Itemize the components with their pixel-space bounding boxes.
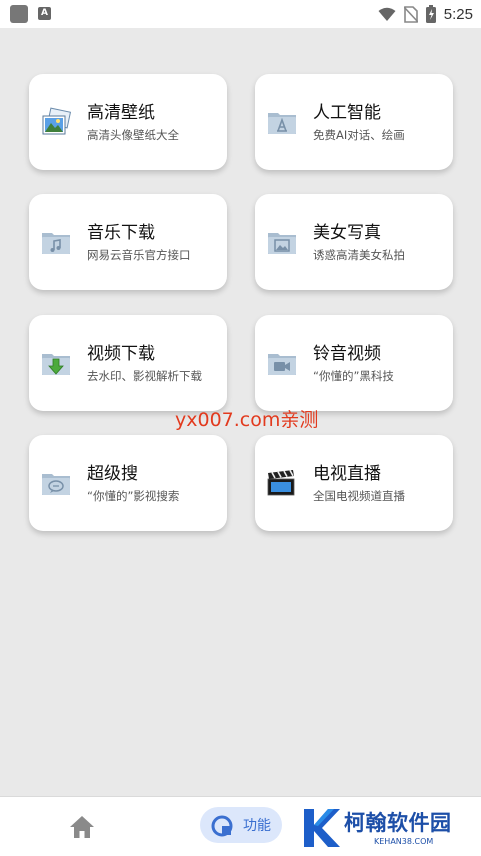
- status-time: 5:25: [443, 5, 473, 23]
- card-ringtone-video[interactable]: 铃音视频 “你懂的”黑科技: [255, 315, 453, 411]
- wifi-icon: [378, 7, 396, 21]
- brand-logo: 柯翰软件园 KEHAN38.COM: [300, 805, 476, 851]
- card-title: 人工智能: [313, 103, 381, 123]
- card-subtitle: 网易云音乐官方接口: [87, 248, 191, 262]
- battery-icon: [425, 5, 436, 23]
- card-title: 视频下载: [87, 344, 155, 364]
- app-icon: [10, 5, 28, 23]
- card-subtitle: “你懂的”影视搜索: [87, 489, 180, 503]
- picture-folder-icon: [268, 233, 296, 254]
- card-subtitle: 去水印、影视解析下载: [87, 369, 202, 383]
- card-tv-live[interactable]: 电视直播 全国电视频道直播: [255, 435, 453, 531]
- card-subtitle: 免费AI对话、绘画: [313, 128, 405, 142]
- bottom-nav: 功能 柯翰软件园 KEHAN38.COM: [0, 796, 481, 856]
- clapperboard-icon: [267, 470, 295, 496]
- download-folder-icon: [42, 354, 70, 375]
- card-photos[interactable]: 美女写真 诱惑高清美女私拍: [255, 194, 453, 290]
- function-label: 功能: [243, 818, 271, 834]
- card-title: 高清壁纸: [87, 103, 155, 123]
- card-music[interactable]: 音乐下载 网易云音乐官方接口: [29, 194, 227, 290]
- card-subtitle: 高清头像壁纸大全: [87, 128, 179, 142]
- notification-a-icon: A: [38, 7, 51, 20]
- chat-folder-icon: [42, 474, 70, 495]
- function-tab[interactable]: 功能: [200, 807, 282, 843]
- card-video-download[interactable]: 视频下载 去水印、影视解析下载: [29, 315, 227, 411]
- card-subtitle: 全国电视频道直播: [313, 489, 405, 503]
- card-ai[interactable]: 人工智能 免费AI对话、绘画: [255, 74, 453, 170]
- card-title: 电视直播: [313, 464, 381, 484]
- video-folder-icon: [268, 354, 296, 375]
- card-title: 音乐下载: [87, 223, 155, 243]
- card-wallpaper[interactable]: 高清壁纸 高清头像壁纸大全: [29, 74, 227, 170]
- wallpaper-icon: [42, 107, 72, 135]
- brand-k-icon: [304, 809, 340, 847]
- music-folder-icon: [42, 233, 70, 254]
- no-sim-icon: [403, 5, 418, 23]
- card-title: 铃音视频: [313, 344, 381, 364]
- app-folder-icon: [268, 113, 296, 134]
- card-subtitle: “你懂的”黑科技: [313, 369, 394, 383]
- brand-name: 柯翰软件园: [344, 811, 452, 835]
- brand-url: KEHAN38.COM: [374, 837, 434, 846]
- card-super-search[interactable]: 超级搜 “你懂的”影视搜索: [29, 435, 227, 531]
- card-subtitle: 诱惑高清美女私拍: [313, 248, 405, 262]
- card-title: 超级搜: [87, 464, 138, 484]
- watermark-text: yx007.com亲测: [175, 409, 319, 431]
- status-bar: A 5:25: [0, 0, 481, 28]
- function-icon: [211, 815, 233, 837]
- card-title: 美女写真: [313, 223, 381, 243]
- home-icon[interactable]: [68, 813, 96, 841]
